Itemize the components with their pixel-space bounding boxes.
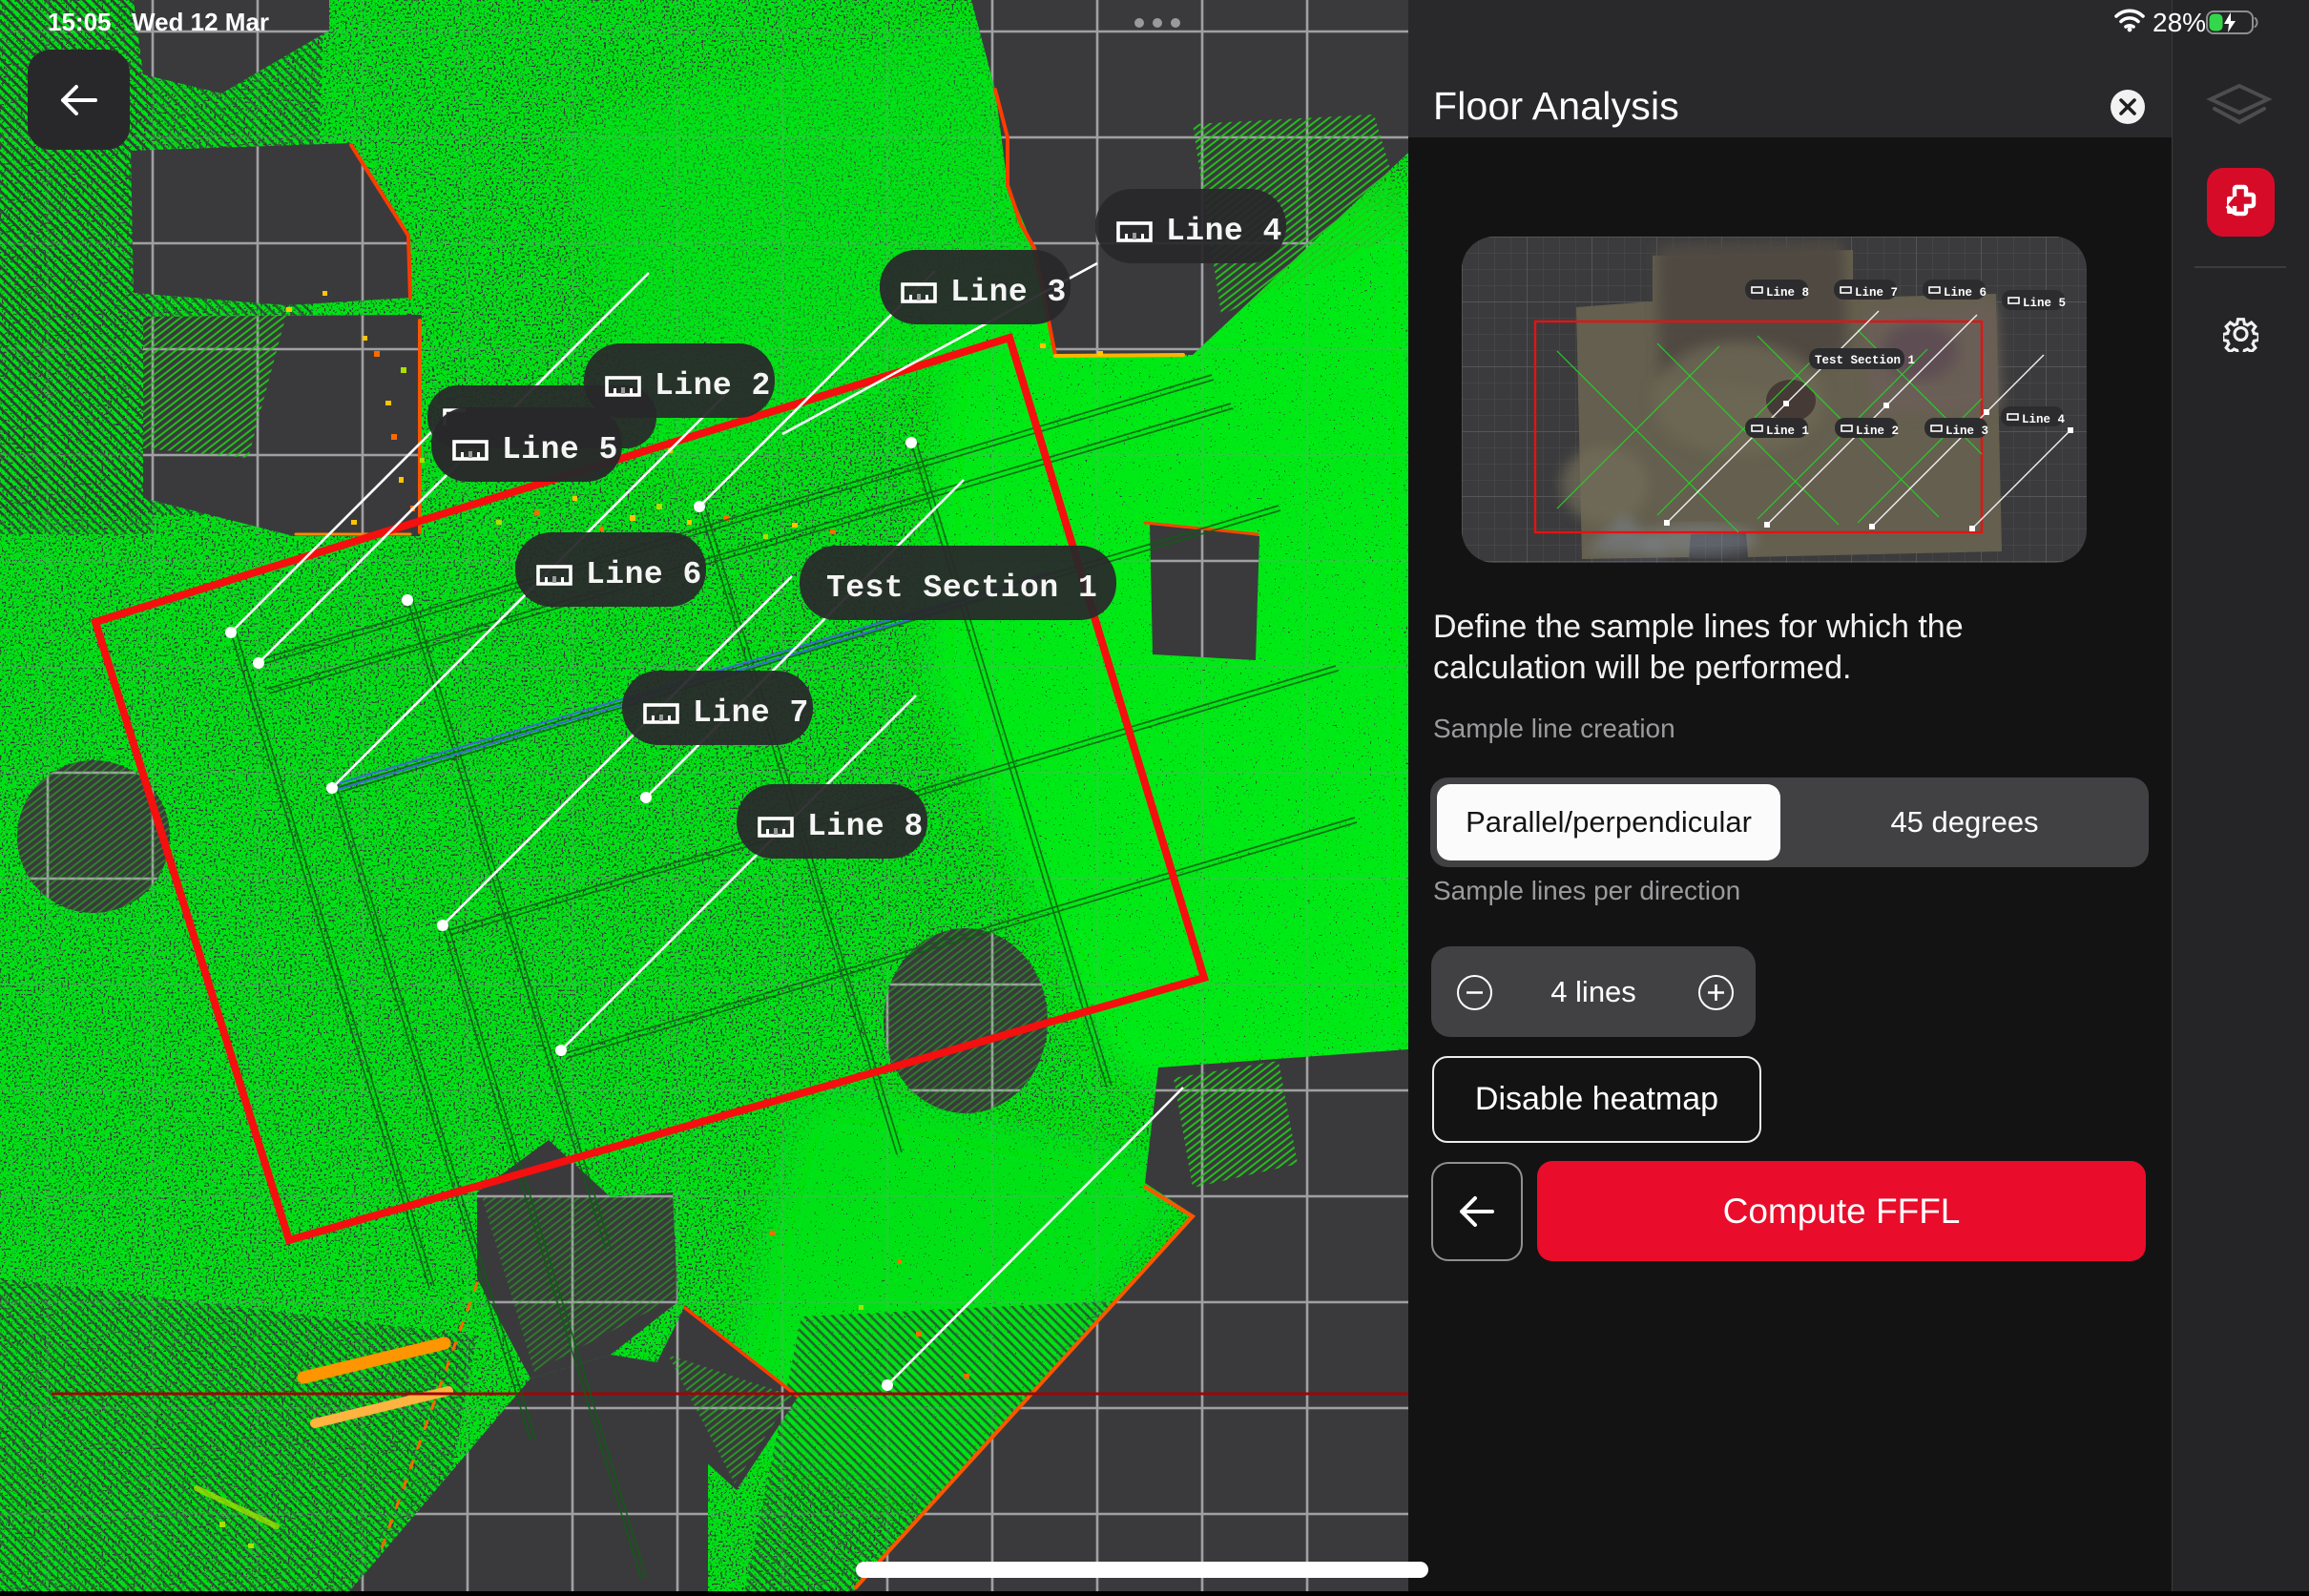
svg-text:Line 4: Line 4 (2022, 413, 2066, 426)
svg-text:Line 2: Line 2 (1856, 425, 1899, 438)
svg-text:Test Section 1: Test Section 1 (1815, 354, 1915, 367)
svg-text:Line 6: Line 6 (586, 557, 702, 592)
svg-text:Line 8: Line 8 (807, 809, 924, 844)
svg-text:Line 2: Line 2 (655, 368, 771, 404)
svg-text:Line 3: Line 3 (950, 275, 1067, 310)
svg-text:Line 5: Line 5 (502, 432, 618, 467)
svg-text:Test Section 1: Test Section 1 (826, 570, 1097, 606)
svg-text:Line 3: Line 3 (1945, 425, 1988, 438)
svg-text:Line 6: Line 6 (1944, 286, 1987, 300)
svg-text:Line 4: Line 4 (1166, 214, 1282, 249)
svg-text:Line 7: Line 7 (693, 695, 809, 731)
svg-text:Line 5: Line 5 (2023, 297, 2066, 310)
svg-text:Line 7: Line 7 (1855, 286, 1898, 300)
svg-text:Line 1: Line 1 (1766, 425, 1809, 438)
svg-text:Line 8: Line 8 (1766, 286, 1809, 300)
